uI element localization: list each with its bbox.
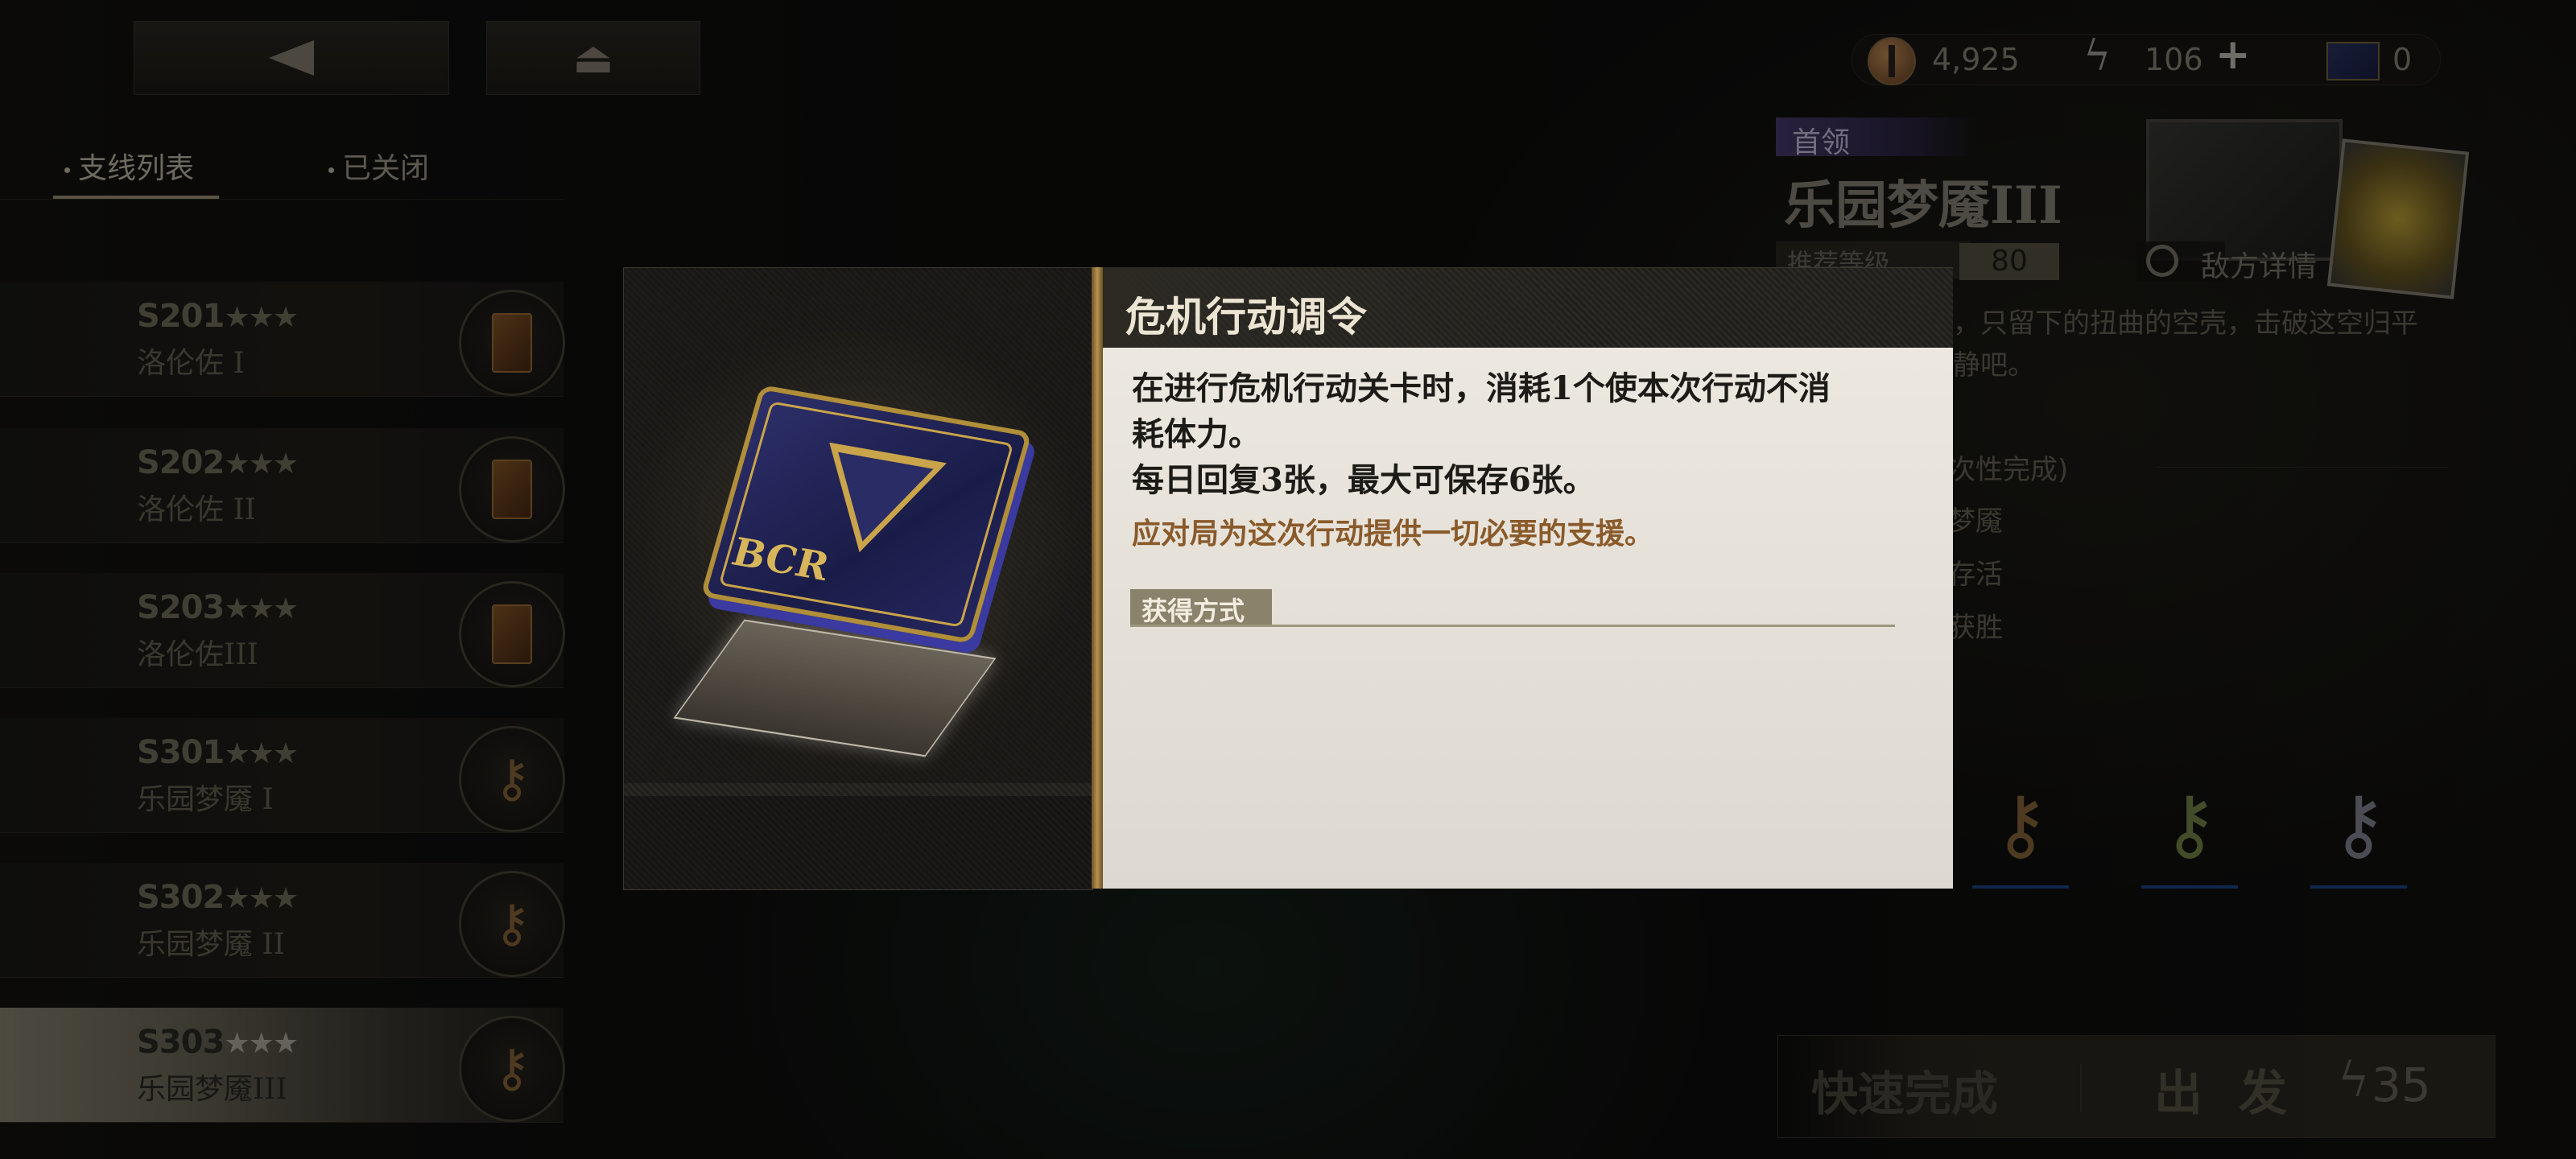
modal-title: 危机行动调令: [1125, 293, 1367, 340]
modal-divider: [1092, 267, 1103, 889]
description-line: 耗体力。: [1132, 415, 1261, 453]
item-preview-panel: BCR: [623, 267, 1093, 890]
description-line: 在进行危机行动关卡时，消耗1个使本次行动不消: [1132, 369, 1831, 407]
modal-flavor-text: 应对局为这次行动提供一切必要的支援。: [1132, 518, 1654, 551]
acquire-method-divider: [1130, 625, 1895, 627]
bcr-card-icon: BCR: [700, 384, 1033, 645]
description-line: 每日回复3张，最大可保存6张。: [1132, 461, 1596, 499]
acquire-method-label: 获得方式: [1141, 596, 1245, 626]
modal-description: 在进行危机行动关卡时，消耗1个使本次行动不消 耗体力。 每日回复3张，最大可保存…: [1132, 365, 1937, 503]
item-detail-modal: BCR 危机行动调令 在进行危机行动关卡时，消耗1个使本次行动不消 耗体力。 每…: [623, 267, 1953, 890]
